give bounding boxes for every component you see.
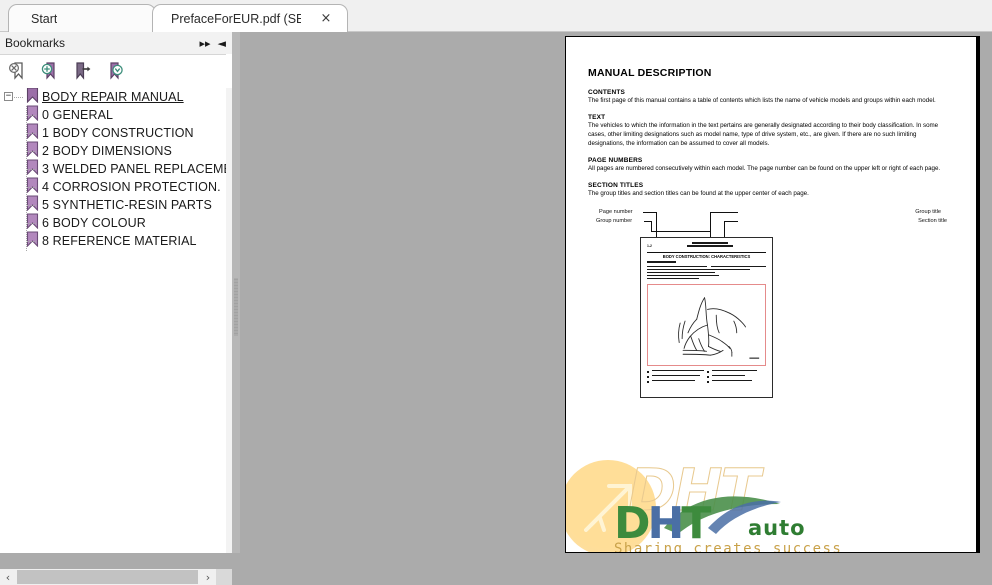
bookmark-item-label: 4 CORROSION PROTECTION. (42, 180, 221, 194)
scrollbar-corner (216, 569, 232, 585)
bookmarks-panel-header: Bookmarks ▸▸ ◄ (0, 32, 232, 54)
pdf-viewer-area[interactable]: MANUAL DESCRIPTION CONTENTS The first pa… (240, 32, 992, 553)
callout-leader (656, 211, 657, 237)
bookmarks-toolbar (0, 55, 232, 87)
tree-stub (27, 115, 36, 116)
scroll-right-icon[interactable]: › (200, 569, 216, 585)
sample-section-title: BODY CONSTRUCTION: CHARACTERISTICS (662, 253, 751, 259)
expander-toggle[interactable]: − (4, 92, 13, 101)
bookmark-item[interactable]: 2 BODY DIMENSIONS (0, 140, 226, 160)
sample-legend (647, 369, 766, 392)
page-layout-figure: Page number Group number Group title Sec… (588, 209, 954, 399)
bookmarks-tree[interactable]: − BODY REPAIR MANUAL 0 GENERAL 1 BODY CO… (0, 88, 226, 553)
callout-leader (651, 220, 652, 231)
bookmark-root-item[interactable]: − BODY REPAIR MANUAL (0, 88, 226, 106)
section-body: The group titles and section titles can … (588, 189, 809, 197)
section-body: All pages are numbered consecutively wit… (588, 164, 941, 172)
callout-leader (643, 211, 657, 213)
body-frame-drawing (678, 297, 760, 359)
page-title: MANUAL DESCRIPTION (588, 67, 712, 79)
bookmarks-horizontal-scrollbar[interactable]: ‹ › (0, 569, 232, 585)
section-body: The first page of this manual contains a… (588, 97, 936, 104)
bookmark-item[interactable]: 1 BODY CONSTRUCTION (0, 122, 226, 142)
bookmark-item[interactable]: 0 GENERAL (0, 104, 226, 124)
bookmark-item[interactable]: 8 REFERENCE MATERIAL (0, 230, 226, 250)
tree-stub (27, 205, 36, 206)
callout-page-number: Page number (599, 208, 633, 215)
tab-bar: Start PrefaceForEUR.pdf (SEC… × (0, 0, 992, 32)
bookmark-item-label: 0 GENERAL (42, 108, 114, 122)
bookmarks-header-buttons: ▸▸ ◄ (199, 32, 226, 54)
splitter-grip[interactable] (234, 278, 238, 336)
bookmark-root-label: BODY REPAIR MANUAL (42, 90, 184, 104)
bookmark-item[interactable]: 3 WELDED PANEL REPLACEMEI (0, 158, 226, 178)
bookmark-item-label: 5 SYNTHETIC-RESIN PARTS (42, 198, 212, 212)
tree-stub (27, 223, 36, 224)
bookmark-item-label: 6 BODY COLOUR (42, 216, 146, 230)
bookmark-item[interactable]: 4 CORROSION PROTECTION. (0, 176, 226, 196)
tree-stub (27, 169, 36, 170)
sample-page-header: 1-2 (647, 241, 766, 251)
sample-section-title-bar (687, 245, 733, 247)
bookmark-item[interactable]: 5 SYNTHETIC-RESIN PARTS (0, 194, 226, 214)
panel-splitter[interactable] (232, 32, 240, 553)
scroll-left-icon[interactable]: ‹ (0, 569, 16, 585)
section-heading: PAGE NUMBERS (588, 156, 643, 164)
expand-bookmarks-icon[interactable] (102, 58, 128, 84)
sample-subheading-bar (647, 260, 676, 263)
delete-bookmark-icon[interactable] (6, 58, 32, 84)
tab-start-label: Start (31, 11, 58, 26)
pdf-page-content: MANUAL DESCRIPTION CONTENTS The first pa… (566, 37, 976, 552)
callout-group-number: Group number (596, 217, 633, 224)
bookmarks-title: Bookmarks (5, 36, 66, 50)
collapse-panel-icon[interactable]: ◄ (218, 38, 226, 49)
sample-header-rule (647, 251, 766, 253)
close-icon[interactable]: × (319, 11, 333, 26)
tab-start[interactable]: Start (8, 4, 156, 32)
section-body: The vehicles to which the information in… (588, 121, 939, 147)
bookmark-item-label: 2 BODY DIMENSIONS (42, 144, 172, 158)
tree-stub (27, 241, 36, 242)
sample-group-title-bar (692, 241, 728, 244)
figure-callouts: Page number Group number Group title Sec… (588, 209, 954, 239)
callout-leader (724, 220, 738, 222)
callout-group-title: Group title (915, 208, 941, 215)
section-heading: TEXT (588, 113, 606, 121)
sample-page-thumbnail: 1-2 BODY CONSTRUCTION: CHARACTERISTICS (640, 236, 773, 398)
callout-leader (710, 211, 711, 237)
callout-leader (724, 220, 725, 237)
tab-document[interactable]: PrefaceForEUR.pdf (SEC… × (152, 4, 348, 32)
callout-leader (651, 230, 711, 232)
tree-stub (27, 187, 36, 188)
pdf-page: MANUAL DESCRIPTION CONTENTS The first pa… (565, 36, 977, 553)
tree-stub (14, 97, 23, 98)
tree-stub (27, 151, 36, 152)
add-bookmark-icon[interactable] (38, 58, 64, 84)
tab-document-label: PrefaceForEUR.pdf (SEC… (171, 11, 301, 26)
section-heading: CONTENTS (588, 89, 625, 96)
section-heading: SECTION TITLES (588, 181, 644, 189)
sample-page-number: 1-2 (647, 243, 652, 248)
bookmark-item[interactable]: 6 BODY COLOUR (0, 212, 226, 232)
bookmark-item-label: 1 BODY CONSTRUCTION (42, 126, 194, 140)
sample-illustration-box (647, 283, 766, 366)
callout-section-title: Section title (918, 217, 947, 224)
expand-panel-icon[interactable]: ▸▸ (199, 38, 210, 49)
goto-bookmark-icon[interactable] (70, 58, 96, 84)
pdf-reader-window: Start PrefaceForEUR.pdf (SEC… × Bookmark… (0, 0, 992, 585)
scroll-thumb[interactable] (17, 570, 198, 584)
callout-leader (710, 211, 738, 213)
tree-stub (27, 133, 36, 134)
bookmark-item-label: 8 REFERENCE MATERIAL (42, 234, 197, 248)
bookmarks-panel: Bookmarks ▸▸ ◄ − BODY REPAIR MANUAL 0 GE… (0, 32, 232, 585)
bookmark-item-label: 3 WELDED PANEL REPLACEMEI (42, 162, 226, 176)
